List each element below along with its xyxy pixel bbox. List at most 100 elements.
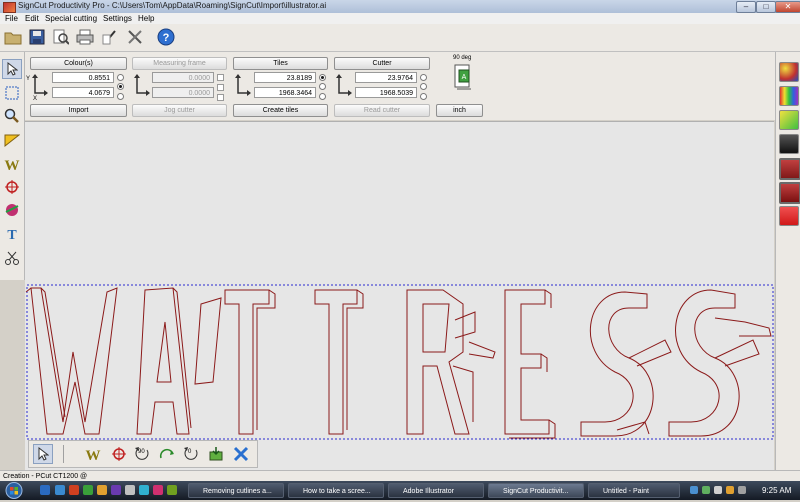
cut-knife-icon[interactable]	[100, 27, 120, 47]
mirror-icon[interactable]	[157, 444, 177, 464]
cutter-value-1[interactable]: 23.9764	[355, 72, 417, 83]
task-removing-cutlines[interactable]: Removing cutlines a...	[188, 483, 284, 498]
menu-settings[interactable]: Settings	[103, 13, 132, 24]
registration-mark-icon[interactable]	[109, 444, 129, 464]
tiles-value-1[interactable]: 23.8189	[254, 72, 316, 83]
measuring-frame-button[interactable]: Measuring frame	[132, 57, 227, 70]
tray-icon-4[interactable]	[726, 486, 734, 494]
weed-tool-icon[interactable]: W	[83, 444, 103, 464]
rotate-90-icon[interactable]: 90	[133, 444, 153, 464]
measuring-check-3[interactable]	[217, 94, 224, 101]
media-icon[interactable]	[69, 485, 79, 495]
rotate-90-icon[interactable]: A	[453, 62, 475, 96]
tiles-radio-3[interactable]	[319, 93, 326, 100]
tray-icon-3[interactable]	[714, 486, 722, 494]
measuring-value-2[interactable]: 0.0000	[152, 87, 214, 98]
svg-text:A: A	[462, 74, 467, 81]
tiles-radio-1[interactable]	[319, 74, 326, 81]
app-icon	[3, 2, 16, 13]
measuring-value-1[interactable]: 0.0000	[152, 72, 214, 83]
start-orb-icon[interactable]	[4, 481, 24, 500]
open-folder-icon[interactable]	[3, 27, 23, 47]
colour-red-swatch-2[interactable]	[779, 182, 800, 204]
control-panel: Colour(s) X Y 0.8551 4.0679 Import Measu…	[25, 52, 775, 120]
quicklaunch-icon-6[interactable]	[111, 485, 121, 495]
jog-cutter-button[interactable]: Jog cutter	[132, 104, 227, 117]
colours-value-2[interactable]: 4.0679	[52, 87, 114, 98]
colours-button[interactable]: Colour(s)	[30, 57, 127, 70]
quicklaunch-icon-10[interactable]	[167, 485, 177, 495]
task-paint[interactable]: Untitled - Paint	[588, 483, 680, 498]
weed-tool-icon[interactable]: W	[2, 154, 22, 174]
rotate-90-label: 90	[138, 449, 145, 455]
quicklaunch-icon-9[interactable]	[153, 485, 163, 495]
tray-icon-2[interactable]	[702, 486, 710, 494]
cutter-value-2[interactable]: 1968.5039	[355, 87, 417, 98]
delete-icon[interactable]	[231, 444, 251, 464]
colour-layers-icon[interactable]	[779, 110, 799, 130]
colour-darkred-swatch[interactable]	[779, 158, 800, 180]
tools-icon[interactable]	[125, 27, 145, 47]
colours-radio-2[interactable]	[117, 83, 124, 90]
colours-radio-3[interactable]	[117, 93, 124, 100]
rotate-0-label: 0	[188, 449, 192, 455]
cutter-radio-1[interactable]	[420, 74, 427, 81]
menu-edit[interactable]: Edit	[25, 13, 39, 24]
send-to-cutter-icon[interactable]	[206, 444, 226, 464]
create-tiles-button[interactable]: Create tiles	[233, 104, 328, 117]
help-icon[interactable]: ?	[156, 27, 176, 47]
colour-black-swatch[interactable]	[779, 134, 799, 154]
print-icon[interactable]	[75, 27, 95, 47]
scissors-icon[interactable]	[2, 248, 22, 268]
quicklaunch-icon-4[interactable]	[83, 485, 93, 495]
minimize-button[interactable]: –	[736, 1, 756, 13]
tray-icon-1[interactable]	[690, 486, 698, 494]
select-arrow-icon[interactable]	[2, 59, 22, 79]
tiles-value-2[interactable]: 1968.3464	[254, 87, 316, 98]
menu-special-cutting[interactable]: Special cutting	[45, 13, 97, 24]
registration-mark-icon[interactable]	[2, 177, 22, 197]
measuring-check-2[interactable]	[217, 84, 224, 91]
close-button[interactable]: ✕	[775, 1, 800, 13]
clock[interactable]: 9:25 AM	[762, 481, 791, 500]
design-canvas[interactable]	[25, 121, 774, 471]
colours-value-1[interactable]: 0.8551	[52, 72, 114, 83]
colour-red-swatch[interactable]	[779, 206, 799, 226]
colour-picker-icon[interactable]	[779, 62, 799, 82]
volume-icon[interactable]	[738, 486, 746, 494]
quicklaunch-icon-5[interactable]	[97, 485, 107, 495]
ie-icon[interactable]	[55, 485, 65, 495]
cutter-button[interactable]: Cutter	[334, 57, 430, 70]
zoom-icon[interactable]	[2, 106, 22, 126]
cutter-radio-2[interactable]	[420, 83, 427, 90]
task-signcut[interactable]: SignCut Productivit...	[488, 483, 584, 498]
show-desktop-icon[interactable]	[40, 485, 50, 495]
preview-zoom-icon[interactable]	[51, 27, 71, 47]
quicklaunch-icon-8[interactable]	[139, 485, 149, 495]
read-cutter-button[interactable]: Read cutter	[334, 104, 430, 117]
palette-icon[interactable]	[779, 86, 799, 106]
task-adobe-illustrator[interactable]: Adobe Illustrator	[388, 483, 484, 498]
tiles-button[interactable]: Tiles	[233, 57, 328, 70]
select-arrow-icon[interactable]	[33, 444, 53, 464]
left-tool-column: W T	[0, 52, 25, 280]
rotate-0-icon[interactable]: 0	[181, 444, 201, 464]
measuring-check-1[interactable]	[217, 74, 224, 81]
node-edit-icon[interactable]	[2, 200, 22, 220]
task-how-to-take-screenshot[interactable]: How to take a scree...	[288, 483, 384, 498]
colours-radio-1[interactable]	[117, 74, 124, 81]
text-tool-icon[interactable]: T	[2, 223, 22, 243]
marquee-select-icon[interactable]	[2, 83, 22, 103]
ruler-icon[interactable]	[2, 130, 22, 150]
tiles-radio-2[interactable]	[319, 83, 326, 90]
import-button[interactable]: Import	[30, 104, 127, 117]
unit-inch-button[interactable]: inch	[436, 104, 483, 117]
maximize-button[interactable]: □	[756, 1, 776, 13]
toolbar-separator	[63, 445, 64, 463]
cutter-radio-3[interactable]	[420, 93, 427, 100]
menu-help[interactable]: Help	[138, 13, 154, 24]
menu-file[interactable]: File	[5, 13, 18, 24]
quicklaunch-icon-7[interactable]	[125, 485, 135, 495]
save-icon[interactable]	[27, 27, 47, 47]
artwork-mattress[interactable]	[25, 122, 774, 471]
